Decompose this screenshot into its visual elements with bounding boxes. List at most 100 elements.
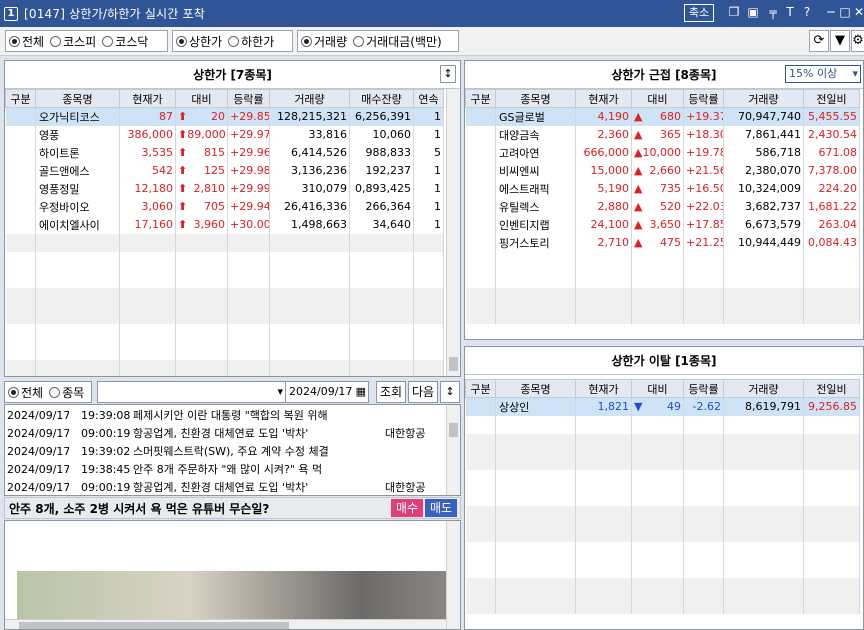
maximize-icon[interactable]: □ — [838, 5, 852, 19]
amount-radio[interactable]: 거래대금(백만) — [353, 33, 442, 50]
table-row[interactable] — [465, 487, 860, 506]
column-header[interactable]: 대비 — [631, 379, 684, 398]
table-row[interactable] — [465, 577, 860, 596]
column-header[interactable]: 종목명 — [495, 89, 576, 108]
column-header[interactable]: 현재가 — [119, 89, 176, 108]
table-row[interactable] — [465, 305, 860, 324]
news-expand-icon[interactable]: ↕ — [440, 381, 460, 403]
buy-button[interactable]: 매수 — [391, 499, 423, 517]
settings-icon[interactable]: ⚙ — [851, 30, 864, 52]
table-row[interactable]: 에이치엘사이 17,160 ⬆ 3,960 +30.00 1,498,663 34,640 1 — [5, 215, 444, 234]
upper-scrollbar[interactable] — [446, 89, 460, 376]
news-content-scrollbar[interactable] — [446, 521, 460, 629]
column-header[interactable]: 현재가 — [575, 89, 632, 108]
column-header[interactable]: 구분 — [465, 89, 496, 108]
news-stock-select[interactable]: ▾ — [97, 381, 287, 403]
restore-icon[interactable]: ❐ — [727, 5, 741, 19]
column-header[interactable]: 등락률 — [683, 379, 724, 398]
column-header[interactable]: 현재가 — [575, 379, 632, 398]
table-row[interactable]: 하이트론 3,535 ⬆ 815 +29.96 6,414,526 988,833 5 — [5, 143, 444, 162]
table-row[interactable] — [5, 269, 444, 288]
column-header[interactable]: 구분 — [465, 379, 496, 398]
table-row[interactable]: 인벤티지랩 24,100 ▲ 3,650 +17.85 6,673,579 263.04 — [465, 215, 860, 234]
volume-radio[interactable]: 거래량 — [301, 33, 347, 50]
news-all-radio[interactable]: 전체 — [8, 384, 43, 401]
help-icon[interactable]: ? — [800, 5, 814, 19]
table-row[interactable]: 비씨엔씨 15,000 ▲ 2,660 +21.56 2,380,070 7,378.00 — [465, 161, 860, 180]
news-row[interactable]: 2024/09/17 19:39:08 페제시키안 이란 대통령 "핵합의 복원 위… — [7, 407, 444, 425]
news-row[interactable]: 2024/09/17 09:00:19 항공업계, 친환경 대체연료 도입 '박차'… — [7, 425, 444, 443]
column-header[interactable]: 거래량 — [269, 89, 350, 108]
market-kosdaq-radio[interactable]: 코스닥 — [102, 33, 148, 50]
column-header[interactable]: 전일비 — [803, 379, 860, 398]
table-row[interactable]: 영풍정밀 12,180 ⬆ 2,810 +29.99 310,079 0,893,425 1 — [5, 179, 444, 198]
column-header[interactable]: 종목명 — [35, 89, 120, 108]
table-row[interactable] — [465, 433, 860, 452]
table-row[interactable] — [465, 269, 860, 288]
table-row[interactable]: 대양금속 2,360 ▲ 365 +18.30 7,861,441 2,430.54 — [465, 125, 860, 144]
table-row[interactable] — [465, 523, 860, 542]
column-header[interactable]: 전일비 — [803, 89, 860, 108]
news-hscrollbar[interactable] — [5, 619, 446, 629]
table-row[interactable]: 오가닉티코스 87 ⬆ 20 +29.85 128,215,321 6,256,391 1 — [5, 107, 444, 126]
table-row[interactable]: GS글로벌 4,190 ▲ 680 +19.37 70,947,740 5,455.55 — [465, 107, 860, 126]
expand-icon[interactable]: ↕ — [440, 65, 456, 83]
table-row[interactable]: 우정바이오 3,060 ⬆ 705 +29.94 26,416,336 266,364 1 — [5, 197, 444, 216]
table-row[interactable] — [5, 287, 444, 306]
minimize-icon[interactable]: ─ — [824, 5, 838, 19]
table-row[interactable]: 핑거스토리 2,710 ▲ 475 +21.25 10,944,449 0,084.43 — [465, 233, 860, 252]
table-row[interactable] — [465, 469, 860, 488]
table-row[interactable] — [465, 415, 860, 434]
next-button[interactable]: 다음 — [408, 381, 438, 403]
table-row[interactable]: 고려아연 666,000 ▲ 10,000 +19.78 586,718 671.08 — [465, 143, 860, 162]
column-header[interactable]: 대비 — [175, 89, 228, 108]
refresh-icon[interactable]: ⟳ — [809, 30, 829, 52]
table-row[interactable] — [5, 251, 444, 270]
column-header[interactable]: 종목명 — [495, 379, 576, 398]
column-header[interactable]: 등락률 — [227, 89, 270, 108]
column-header[interactable]: 구분 — [5, 89, 36, 108]
shrink-button[interactable]: 축소 — [684, 4, 714, 22]
table-row[interactable] — [465, 505, 860, 524]
news-stock-radio[interactable]: 종목 — [49, 384, 84, 401]
column-header[interactable]: 대비 — [631, 89, 684, 108]
news-row[interactable]: 2024/09/17 09:00:19 항공업계, 친환경 대체연료 도입 '박차'… — [7, 479, 444, 495]
table-row[interactable] — [465, 559, 860, 578]
pin-icon[interactable]: ╤ — [766, 5, 780, 19]
table-row[interactable] — [465, 251, 860, 270]
column-header[interactable]: 연속 — [413, 89, 444, 108]
table-row[interactable] — [465, 541, 860, 560]
table-row[interactable]: 영풍 386,000 ⬆ 89,000 +29.97 33,816 10,060 1 — [5, 125, 444, 144]
column-header[interactable]: 등락률 — [683, 89, 724, 108]
table-row[interactable] — [5, 341, 444, 360]
sell-button[interactable]: 매도 — [425, 499, 457, 517]
column-header[interactable]: 거래량 — [723, 89, 804, 108]
table-row[interactable] — [5, 305, 444, 324]
upper-limit-radio[interactable]: 상한가 — [176, 33, 222, 50]
close-icon[interactable]: ✕ — [852, 5, 864, 19]
calendar-icon[interactable]: ▦ — [356, 382, 366, 402]
market-all-radio[interactable]: 전체 — [9, 33, 44, 50]
dropdown-icon[interactable]: ▼ — [830, 30, 850, 52]
table-row[interactable] — [465, 595, 860, 614]
table-row[interactable]: 에스트래픽 5,190 ▲ 735 +16.50 10,324,009 224.20 — [465, 179, 860, 198]
news-scrollbar[interactable] — [446, 405, 460, 495]
table-row[interactable] — [465, 451, 860, 470]
table-row[interactable] — [465, 287, 860, 306]
news-row[interactable]: 2024/09/17 19:39:02 스머핏웨스트락(SW), 주요 계약 수정 … — [7, 443, 444, 461]
window-icon[interactable]: ▣ — [746, 5, 760, 19]
news-date-input[interactable]: 2024/09/17 ▦ — [285, 381, 369, 403]
table-row[interactable] — [5, 359, 444, 376]
lookup-button[interactable]: 조회 — [376, 381, 406, 403]
font-icon[interactable]: T — [783, 5, 797, 19]
table-row[interactable] — [5, 323, 444, 342]
near-filter-select[interactable]: 15% 이상 ▾ — [785, 65, 861, 83]
lower-limit-radio[interactable]: 하한가 — [228, 33, 274, 50]
table-row[interactable] — [5, 233, 444, 252]
market-kospi-radio[interactable]: 코스피 — [50, 33, 96, 50]
news-row[interactable]: 2024/09/17 19:38:45 안주 8개 주문하자 "왜 많이 시켜?" … — [7, 461, 444, 479]
table-row[interactable]: 상상인 1,821 ▼ 49 -2.62 8,619,791 9,256.85 — [465, 397, 860, 416]
table-row[interactable]: 골드앤에스 542 ⬆ 125 +29.98 3,136,236 192,237 1 — [5, 161, 444, 180]
column-header[interactable]: 매수잔량 — [349, 89, 414, 108]
column-header[interactable]: 거래량 — [723, 379, 804, 398]
